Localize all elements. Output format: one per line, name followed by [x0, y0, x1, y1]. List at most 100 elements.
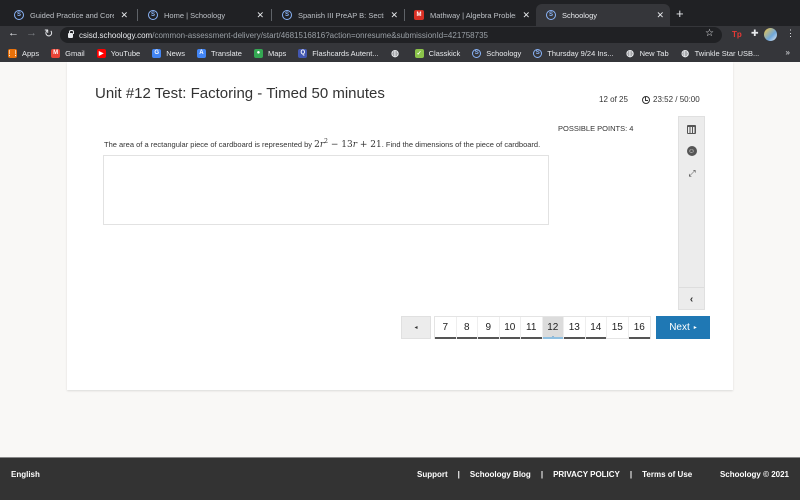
bookmark-label: Twinkle Star USB... — [694, 48, 760, 58]
page-number[interactable]: 15 — [607, 317, 629, 338]
globe-icon: ◍ — [681, 47, 690, 58]
footer-link[interactable]: PRIVACY POLICY — [553, 470, 620, 479]
reload-icon[interactable]: ↻ — [44, 27, 53, 40]
answer-input[interactable] — [103, 155, 549, 225]
address-bar[interactable]: csisd.schoology.com /common-assessment-d… — [60, 27, 722, 43]
tab-title: Schoology — [562, 10, 598, 20]
language-selector[interactable]: English — [11, 470, 40, 479]
bookmark-label: Translate — [210, 48, 242, 58]
bookmark-label: Thursday 9/24 Ins... — [547, 48, 614, 58]
page-title: Unit #12 Test: Factoring - Timed 50 minu… — [95, 85, 385, 102]
timer: 23:52 / 50:00 — [642, 95, 700, 104]
bookmark-star-icon[interactable]: ☆ — [705, 28, 714, 39]
globe-icon: ◍ — [626, 47, 635, 58]
page-number[interactable]: 16 — [628, 317, 651, 339]
schoology-icon: S — [533, 48, 543, 58]
schoology-icon: S — [282, 10, 292, 20]
bookmark-label: Gmail — [65, 48, 85, 58]
calculator-icon — [687, 124, 696, 134]
bookmarks-more-icon[interactable]: » — [786, 48, 790, 57]
footer-separator: | — [629, 470, 633, 479]
bookmarks-bar: ⋮⋮ Apps M Gmail ▶ YouTube G News A Translate ● Maps… — [0, 44, 800, 62]
timer-value: 23:52 / 50:00 — [653, 95, 700, 104]
accessibility-icon: ☺ — [686, 146, 697, 156]
bookmark-label: News — [166, 48, 185, 58]
page-number[interactable]: 11 — [521, 317, 543, 339]
schoology-icon: S — [472, 48, 482, 58]
bookmark-label: Schoology — [486, 48, 522, 58]
forward-arrow-icon[interactable]: → — [26, 27, 37, 39]
classkick-icon: ✓ — [414, 48, 424, 58]
question-text: The area of a rectangular piece of cardb… — [104, 138, 540, 150]
page-number-current[interactable]: 12 — [542, 317, 564, 339]
bookmark-item[interactable]: ◍ Twinkle Star USB... — [681, 47, 760, 58]
bookmark-label: New Tab — [639, 48, 669, 58]
browser-tab[interactable]: S Spanish III PreAP B: Section 90 ✕ — [272, 4, 404, 26]
footer-separator: | — [540, 470, 544, 479]
page-number[interactable]: 9 — [478, 317, 500, 339]
page-number[interactable]: 14 — [585, 317, 607, 339]
bookmark-item[interactable]: ⋮⋮ Apps — [7, 48, 39, 58]
tab-title: Spanish III PreAP B: Section 90 — [298, 10, 385, 20]
bookmark-item[interactable]: A Translate — [196, 48, 242, 58]
mathway-icon: M — [414, 10, 424, 20]
bookmark-item[interactable]: ◍ New Tab — [626, 47, 669, 58]
accessibility-button[interactable]: ☺ — [679, 141, 704, 161]
footer-link[interactable]: Support — [417, 470, 448, 479]
schoology-icon: S — [546, 10, 556, 20]
close-icon[interactable]: ✕ — [522, 10, 530, 21]
bookmark-item[interactable]: ◍ — [391, 47, 405, 58]
bookmark-item[interactable]: M Gmail — [51, 48, 85, 58]
bookmark-item[interactable]: Q Flashcards Autent... — [298, 48, 379, 58]
close-icon[interactable]: ✕ — [656, 10, 664, 21]
youtube-icon: ▶ — [96, 48, 106, 58]
bookmark-label: Flashcards Autent... — [312, 48, 379, 58]
next-question-button[interactable]: Next ▸ — [656, 316, 710, 339]
footer-links: Support | Schoology Blog | PRIVACY POLICY | Te… — [417, 470, 692, 479]
calculator-button[interactable] — [679, 119, 704, 139]
schoology-icon: S — [148, 10, 158, 20]
new-tab-button[interactable]: + — [676, 6, 684, 21]
url-host: csisd.schoology.com — [79, 30, 153, 40]
previous-question-button[interactable]: ◂ — [401, 316, 431, 339]
browser-tab-active[interactable]: S Schoology ✕ — [536, 4, 670, 26]
bookmark-item[interactable]: S Schoology — [472, 48, 522, 58]
browser-tab-strip: S Guided Practice and Core Prac ✕ S Home… — [0, 0, 800, 26]
close-icon[interactable]: ✕ — [256, 10, 264, 21]
next-label: Next — [669, 322, 690, 333]
extensions-puzzle-icon[interactable]: ✚ — [751, 28, 759, 39]
footer-link[interactable]: Terms of Use — [642, 470, 692, 479]
page-number[interactable]: 7 — [435, 317, 457, 339]
page-number-list: 7 8 9 10 11 12 13 14 15 16 — [434, 316, 651, 339]
globe-icon: ◍ — [391, 47, 400, 58]
bookmark-item[interactable]: G News — [152, 48, 185, 58]
bookmark-item[interactable]: ● Maps — [253, 48, 286, 58]
page-number[interactable]: 10 — [499, 317, 521, 339]
fullscreen-button[interactable]: ⤢ — [679, 163, 704, 183]
back-arrow-icon[interactable]: ← — [8, 27, 19, 39]
browser-menu-icon[interactable]: ⋮ — [786, 28, 795, 39]
close-icon[interactable]: ✕ — [120, 10, 128, 21]
browser-tab[interactable]: S Home | Schoology ✕ — [138, 4, 270, 26]
collapse-sidebar-button[interactable]: ‹ — [679, 289, 704, 309]
divider — [679, 287, 704, 288]
tab-title: Mathway | Algebra Problem So — [430, 10, 516, 20]
footer-separator: | — [457, 470, 460, 479]
browser-toolbar: ← → ↻ csisd.schoology.com /common-assess… — [0, 26, 800, 44]
possible-points: POSSIBLE POINTS: 4 — [558, 124, 634, 133]
page-number[interactable]: 13 — [564, 317, 586, 339]
profile-avatar[interactable] — [764, 28, 777, 41]
extension-tp-icon[interactable]: Tp — [732, 30, 742, 39]
question-expression: 2r2 − 13r + 21 — [314, 138, 382, 150]
site-footer: English Support | Schoology Blog | PRIVACY P… — [0, 457, 800, 500]
page-number[interactable]: 8 — [456, 317, 478, 339]
bookmark-item[interactable]: ✓ Classkick — [414, 48, 460, 58]
bookmark-item[interactable]: ▶ YouTube — [96, 48, 140, 58]
footer-link[interactable]: Schoology Blog — [470, 470, 531, 479]
caret-right-icon: ▸ — [693, 325, 697, 331]
close-icon[interactable]: ✕ — [390, 10, 398, 21]
browser-tab[interactable]: M Mathway | Algebra Problem So ✕ — [404, 4, 536, 26]
bookmark-item[interactable]: S Thursday 9/24 Ins... — [533, 48, 614, 58]
browser-tab[interactable]: S Guided Practice and Core Prac ✕ — [4, 4, 134, 26]
lock-icon — [68, 29, 74, 38]
